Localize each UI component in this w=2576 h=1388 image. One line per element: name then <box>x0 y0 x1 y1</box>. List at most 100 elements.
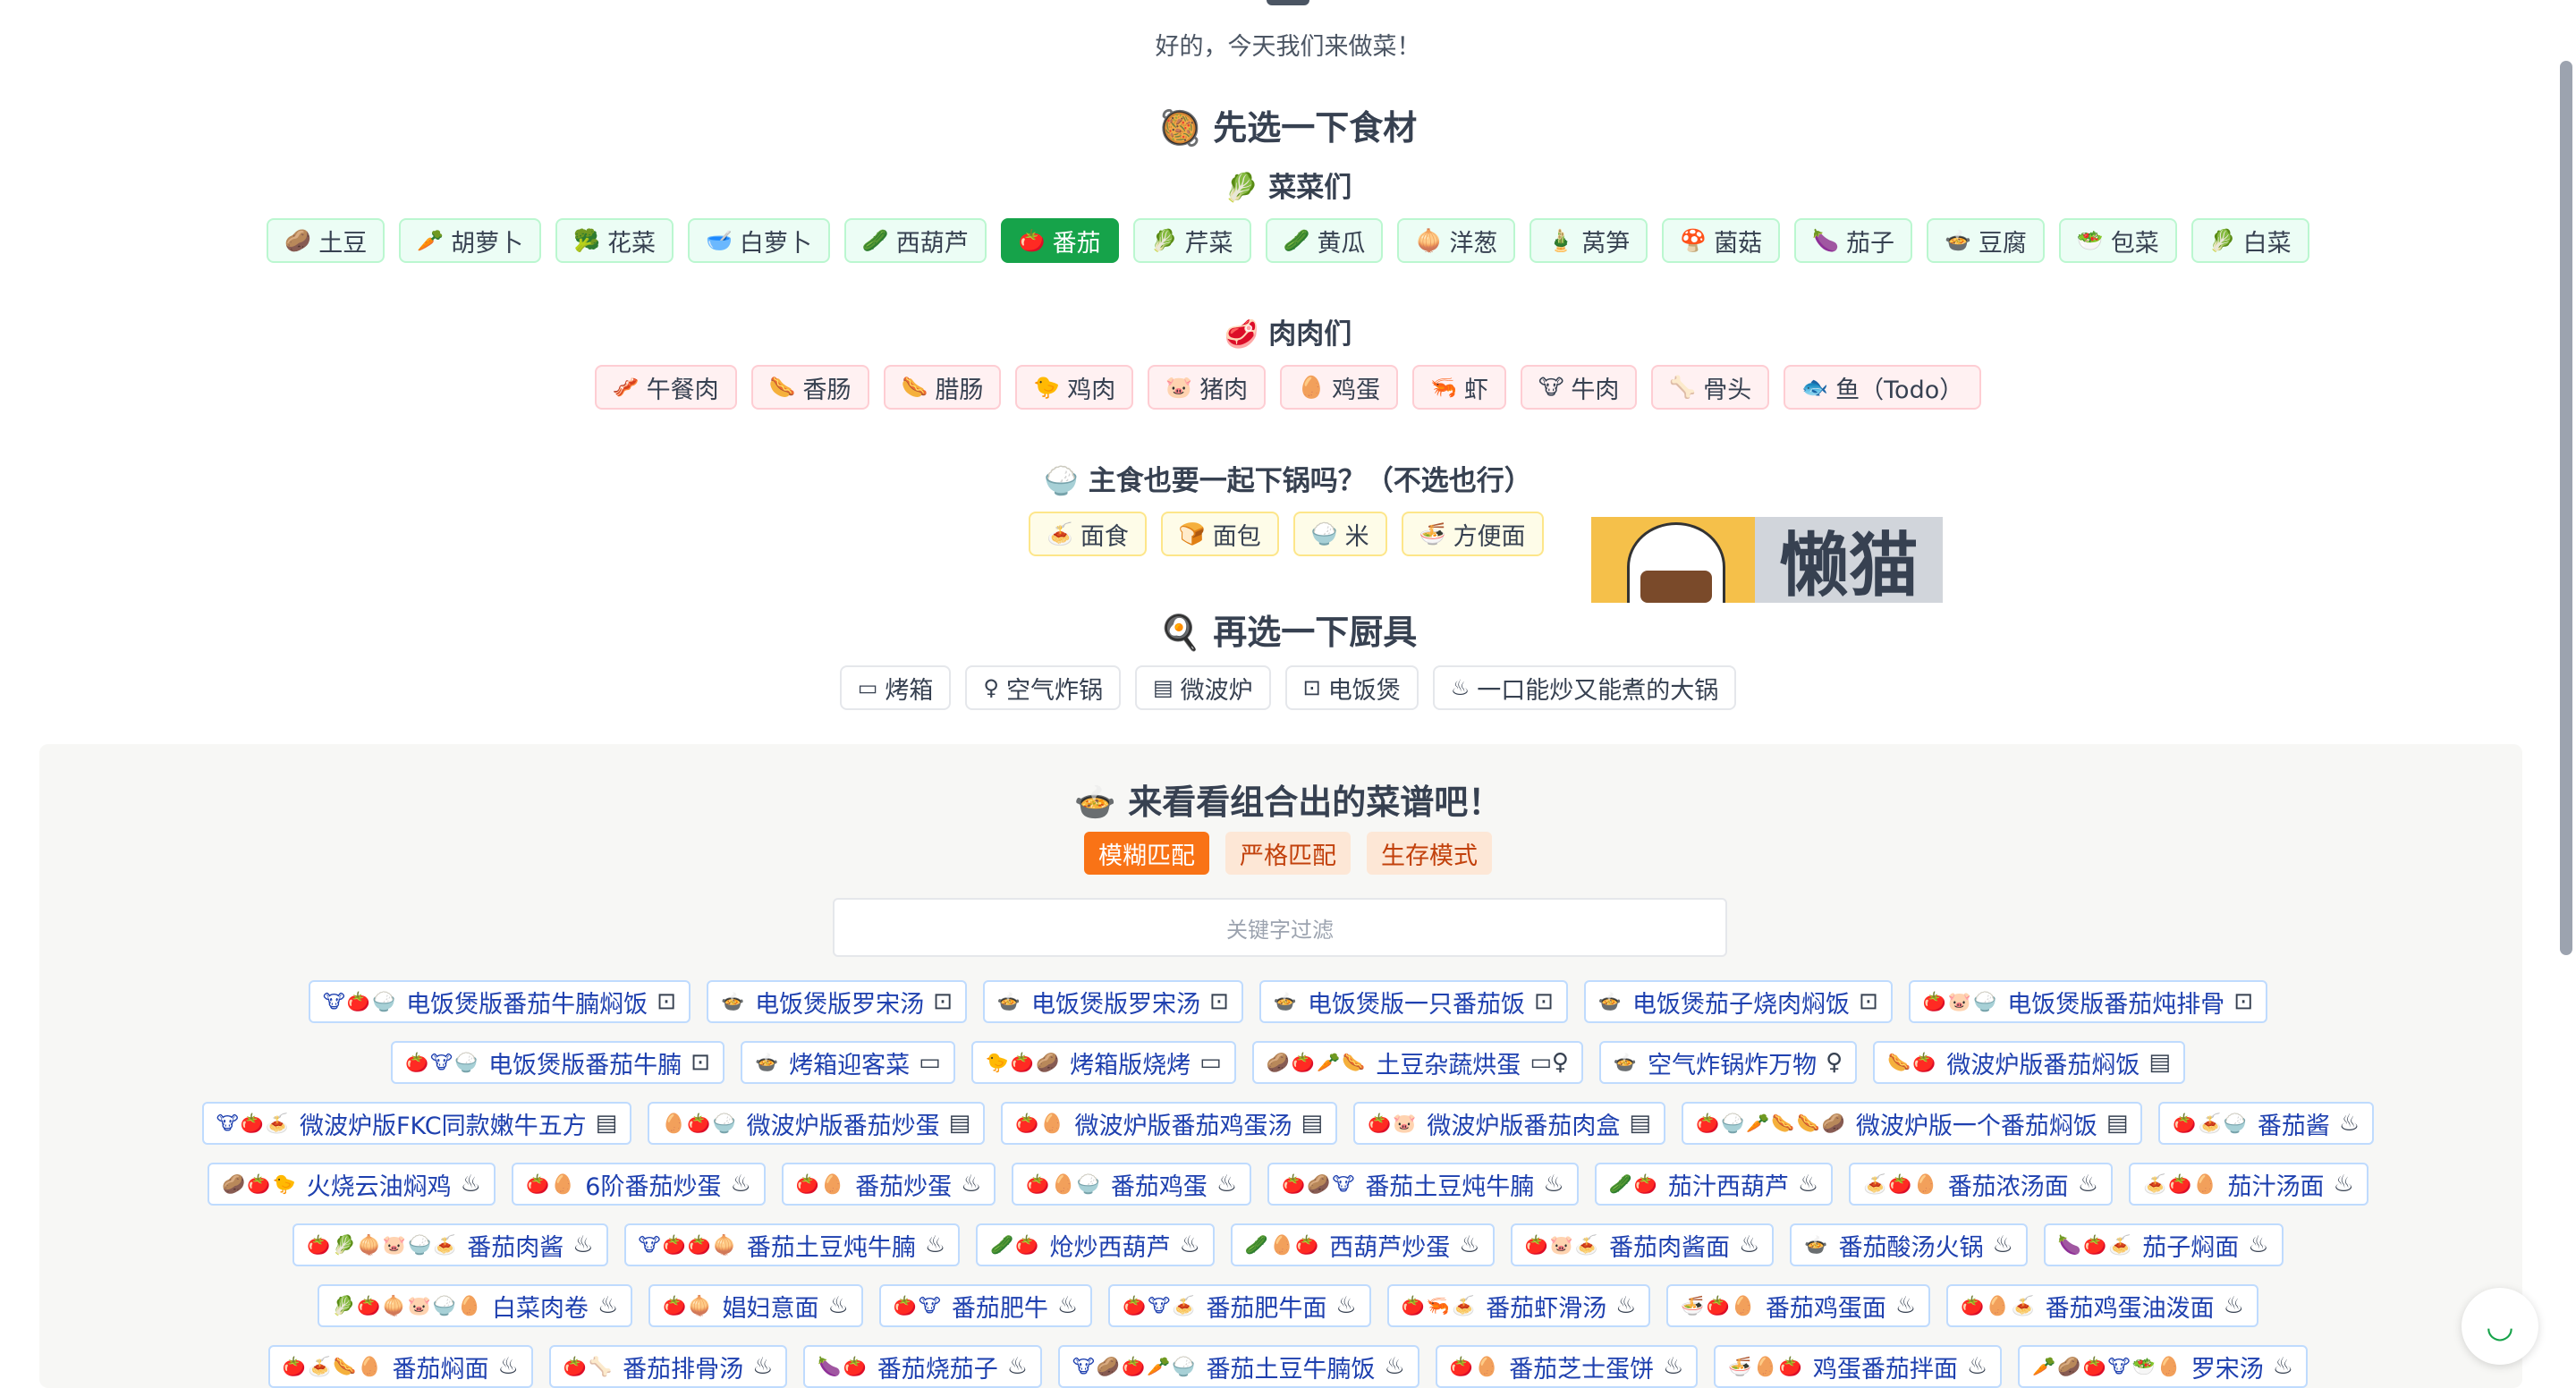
recipe-name: 西葫芦炒蛋 <box>1329 1233 1451 1262</box>
vegetable-chip[interactable]: 🥦 花菜 <box>555 218 674 263</box>
recipe-link[interactable]: 🍲 番茄酸汤火锅 ♨ <box>1790 1223 2028 1266</box>
recipe-link[interactable]: 🍅🦴 番茄排骨汤 ♨ <box>548 1345 788 1388</box>
recipe-link[interactable]: 🥒🍅 炝炒西葫芦 ♨ <box>976 1223 1215 1266</box>
staple-chip[interactable]: 🍚 米 <box>1292 512 1387 556</box>
match-mode-tab[interactable]: 生存模式 <box>1367 832 1492 875</box>
recipe-link[interactable]: 🍲 电饭煲版罗宋汤 ⊡ <box>982 980 1243 1023</box>
recipe-link[interactable]: 🍅🐮🍚 电饭煲版番茄牛腩 ⊡ <box>391 1041 724 1084</box>
recipe-link[interactable]: 🍅🥬🧅🐷🍚🍝 番茄肉酱 ♨ <box>292 1223 608 1266</box>
tool-chip[interactable]: ▭ 烤箱 <box>839 665 952 710</box>
lazycat-banner[interactable]: 懒猫 <box>1591 517 1943 606</box>
recipe-link[interactable]: 🍅🦐🍝 番茄虾滑汤 ♨ <box>1386 1284 1651 1327</box>
recipe-link[interactable]: 🍅🐷 微波炉版番茄肉盒 ▤ <box>1353 1102 1665 1145</box>
meat-chip[interactable]: 🦴 骨头 <box>1651 365 1770 410</box>
vegetable-chip[interactable]: 🥕 胡萝卜 <box>399 218 542 263</box>
vegetable-chip[interactable]: 🥣 白萝卜 <box>687 218 830 263</box>
vegetable-chip[interactable]: 🥒 西葫芦 <box>843 218 987 263</box>
recipe-link[interactable]: 🥔🍅🐤 火烧云油焖鸡 ♨ <box>208 1163 496 1206</box>
vegetable-chip[interactable]: 🥒 黄瓜 <box>1265 218 1384 263</box>
recipe-link[interactable]: 🍲 电饭煲版罗宋汤 ⊡ <box>706 980 967 1023</box>
bowl-icon[interactable]: ◡ <box>2462 1288 2538 1365</box>
recipe-link[interactable]: 🍅🥚🍚 番茄鸡蛋 ♨ <box>1012 1163 1252 1206</box>
vegetable-chip[interactable]: 🍅 番茄 <box>1000 218 1119 263</box>
meat-chip[interactable]: 🐮 牛肉 <box>1520 365 1638 410</box>
recipe-tool-icon: ♨ <box>597 1292 619 1319</box>
vegetable-chip[interactable]: 🥬 白菜 <box>2190 218 2309 263</box>
keyword-filter-input[interactable]: 关键字过滤 <box>833 898 1727 957</box>
vegetable-chip[interactable]: 🍆 茄子 <box>1794 218 1912 263</box>
recipe-link[interactable]: 🍲 电饭煲茄子烧肉焖饭 ⊡ <box>1583 980 1893 1023</box>
recipe-link[interactable]: 🍅🐷🍚 电饭煲版番茄炖排骨 ⊡ <box>1908 980 2267 1023</box>
recipe-link[interactable]: 🥬🍅🧅🐷🍚🥚 白菜肉卷 ♨ <box>318 1284 633 1327</box>
recipe-link[interactable]: 🍆🍅🍝 茄子焖面 ♨ <box>2043 1223 2284 1266</box>
recipe-link[interactable]: 🍅🐮 番茄肥牛 ♨ <box>878 1284 1093 1327</box>
recipe-link[interactable]: 🍅🥚 番茄炒蛋 ♨ <box>781 1163 996 1206</box>
tool-chip[interactable]: ▤ 微波炉 <box>1134 665 1271 710</box>
vegetable-chip[interactable]: 🧅 洋葱 <box>1397 218 1516 263</box>
meat-chip[interactable]: 🐤 鸡肉 <box>1015 365 1134 410</box>
recipe-link[interactable]: 🍅🍝🍚 番茄酱 ♨ <box>2158 1102 2375 1145</box>
recipe-link[interactable]: 🍅🥔🐮 番茄土豆炖牛腩 ♨ <box>1267 1163 1579 1206</box>
recipe-link[interactable]: 🍅🥚 微波炉版番茄鸡蛋汤 ▤ <box>1001 1102 1338 1145</box>
staple-chip[interactable]: 🍝 面食 <box>1029 512 1147 556</box>
recipe-link[interactable]: 🍆🍅 番茄烧茄子 ♨ <box>803 1345 1043 1388</box>
vegetable-chip-icon: 🍆 <box>1812 228 1839 253</box>
recipe-link[interactable]: 🥒🍅 茄汁西葫芦 ♨ <box>1594 1163 1834 1206</box>
recipe-link[interactable]: 🍜🥚🍅 鸡蛋番茄拌面 ♨ <box>1714 1345 2003 1388</box>
recipe-link[interactable]: 🐮🍅🍅🧅 番茄土豆炖牛腩 ♨ <box>623 1223 961 1266</box>
staple-chip[interactable]: 🍞 面包 <box>1160 512 1279 556</box>
recipe-link[interactable]: 🍅🥚🍝 番茄鸡蛋油泼面 ♨ <box>1946 1284 2258 1327</box>
recipe-link[interactable]: 🍅🍚🥕🌭🌭🥔 微波炉版一个番茄焖饭 ▤ <box>1681 1102 2143 1145</box>
recipe-link[interactable]: 🍅🍝🌭🥚 番茄焖面 ♨ <box>267 1345 533 1388</box>
recipe-tool-icon: ♨ <box>1335 1292 1357 1319</box>
vegetable-chip[interactable]: 🥔 土豆 <box>267 218 386 263</box>
match-mode-tab[interactable]: 模糊匹配 <box>1084 832 1209 875</box>
recipe-link[interactable]: 🍅🥚 6阶番茄炒蛋 ♨ <box>511 1163 766 1206</box>
recipe-link[interactable]: 🍅🧅 娼妇意面 ♨ <box>648 1284 863 1327</box>
meat-chip[interactable]: 🦐 虾 <box>1412 365 1506 410</box>
recipe-link[interactable]: 🍜🍅🥚 番茄鸡蛋面 ♨ <box>1666 1284 1931 1327</box>
results-title: 来看看组合出的菜谱吧！ <box>1128 783 1503 822</box>
vegetable-chip[interactable]: 🎍 莴笋 <box>1530 218 1648 263</box>
recipe-link[interactable]: 🐮🥔🍅🥕🍚 番茄土豆牛腩饭 ♨ <box>1058 1345 1419 1388</box>
recipe-link[interactable]: 🍅🐮🍝 番茄肥牛面 ♨ <box>1108 1284 1371 1327</box>
recipe-link[interactable]: 🍲 空气炸锅炸万物 ♀ <box>1598 1041 1858 1084</box>
vegetable-chip-label: 白菜 <box>2242 229 2292 258</box>
match-mode-tabs: 模糊匹配 严格匹配 生存模式 <box>0 832 2576 875</box>
recipe-link[interactable]: 🍲 烤箱迎客菜 ▭ <box>740 1041 955 1084</box>
recipe-ingredient-icons: 🍅🐮🍝 <box>1123 1294 1198 1316</box>
tool-chip[interactable]: ⊡ 电饭煲 <box>1284 665 1419 710</box>
recipe-link[interactable]: 🥒🥚🍅 西葫芦炒蛋 ♨ <box>1230 1223 1495 1266</box>
meat-chip[interactable]: 🌭 香肠 <box>750 365 869 410</box>
vegetable-chip[interactable]: 🥗 包菜 <box>2058 218 2177 263</box>
recipe-link[interactable]: 🐮🍅🍚 电饭煲版番茄牛腩焖饭 ⊡ <box>308 980 691 1023</box>
match-mode-tab[interactable]: 严格匹配 <box>1225 832 1351 875</box>
recipe-tool-icon: ♨ <box>2272 1353 2294 1380</box>
recipe-tool-icon: ▭ <box>919 1049 941 1076</box>
recipe-link[interactable]: 🐮🍅🍝 微波炉版FKC同款嫩牛五方 ▤ <box>201 1102 632 1145</box>
meat-chip[interactable]: 🐷 猪肉 <box>1148 365 1267 410</box>
meat-chip[interactable]: 🥓 午餐肉 <box>594 365 737 410</box>
recipe-link[interactable]: 🥔🍅🥕🌭 土豆杂蔬烘蛋 ▭♀ <box>1251 1041 1583 1084</box>
vegetable-chip[interactable]: 🍄 菌菇 <box>1662 218 1781 263</box>
recipe-link[interactable]: 🥕🥔🍅🐮🥗🥚 罗宋汤 ♨ <box>2018 1345 2309 1388</box>
tool-chip[interactable]: ♀ 空气炸锅 <box>965 665 1121 710</box>
recipe-link[interactable]: 🌭🍅 微波炉版番茄焖饭 ▤ <box>1873 1041 2185 1084</box>
page-scrollbar[interactable] <box>2560 61 2572 955</box>
meat-chip[interactable]: 🌭 腊肠 <box>883 365 1002 410</box>
recipe-link[interactable]: 🍅🐷🍝 番茄肉酱面 ♨ <box>1510 1223 1775 1266</box>
recipe-tool-icon: ♨ <box>2077 1171 2098 1198</box>
meat-chip[interactable]: 🥚 鸡蛋 <box>1280 365 1399 410</box>
tool-chip[interactable]: ♨ 一口能炒又能煮的大锅 <box>1432 665 1737 710</box>
vegetable-chip[interactable]: 🍲 豆腐 <box>1927 218 2045 263</box>
staple-chip[interactable]: 🍜 方便面 <box>1401 512 1544 556</box>
vegetable-chip[interactable]: 🥬 芹菜 <box>1132 218 1251 263</box>
recipe-link[interactable]: 🐤🍅🥔 烤箱版烧烤 ▭ <box>970 1041 1236 1084</box>
recipe-link[interactable]: 🍅🥚 番茄芝士蛋饼 ♨ <box>1435 1345 1699 1388</box>
recipe-link[interactable]: 🍝🍅🥚 茄汁汤面 ♨ <box>2129 1163 2368 1206</box>
recipe-link[interactable]: 🍲 电饭煲版一只番茄饭 ⊡ <box>1258 980 1568 1023</box>
recipe-link[interactable]: 🍝🍅🥚 番茄浓汤面 ♨ <box>1849 1163 2113 1206</box>
meat-chip[interactable]: 🐟 鱼（Todo） <box>1784 365 1982 410</box>
staple-chip-label: 方便面 <box>1453 522 1526 551</box>
recipe-link[interactable]: 🥚🍅🍚 微波炉版番茄炒蛋 ▤ <box>648 1102 986 1145</box>
